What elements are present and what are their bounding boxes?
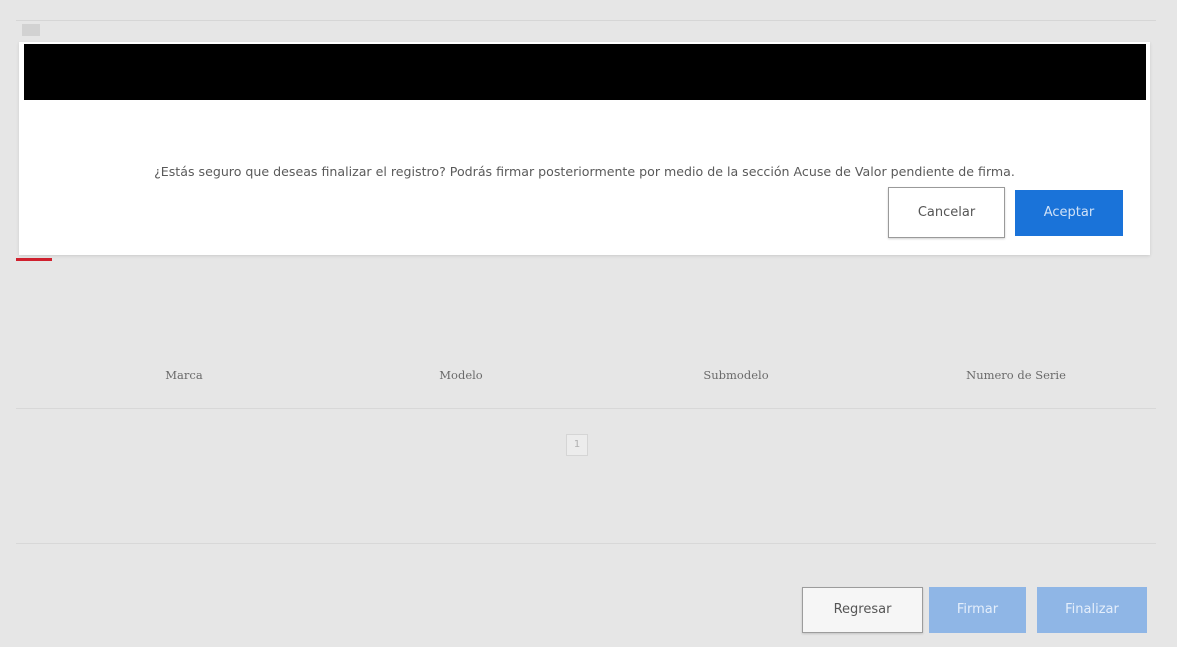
column-header-submodelo: Submodelo bbox=[703, 368, 769, 382]
column-header-numero-de-serie: Numero de Serie bbox=[966, 368, 1066, 382]
column-header-modelo: Modelo bbox=[439, 368, 483, 382]
corner-placeholder bbox=[22, 24, 40, 36]
finish-button[interactable]: Finalizar bbox=[1037, 587, 1147, 633]
pagination-page-button[interactable]: 1 bbox=[566, 434, 588, 456]
dialog-header bbox=[24, 44, 1146, 100]
back-button[interactable]: Regresar bbox=[802, 587, 923, 633]
top-divider bbox=[16, 20, 1156, 21]
dialog-message: ¿Estás seguro que deseas finalizar el re… bbox=[154, 164, 1015, 179]
confirm-dialog: ¿Estás seguro que deseas finalizar el re… bbox=[19, 42, 1150, 255]
accept-button[interactable]: Aceptar bbox=[1015, 190, 1123, 236]
table-header-divider bbox=[16, 408, 1156, 409]
sign-button[interactable]: Firmar bbox=[929, 587, 1026, 633]
column-header-marca: Marca bbox=[165, 368, 203, 382]
table-bottom-divider bbox=[16, 543, 1156, 544]
cancel-button[interactable]: Cancelar bbox=[888, 187, 1005, 238]
table-header: Marca Modelo Submodelo Numero de Serie bbox=[16, 368, 1156, 394]
section-accent-bar bbox=[16, 258, 52, 261]
